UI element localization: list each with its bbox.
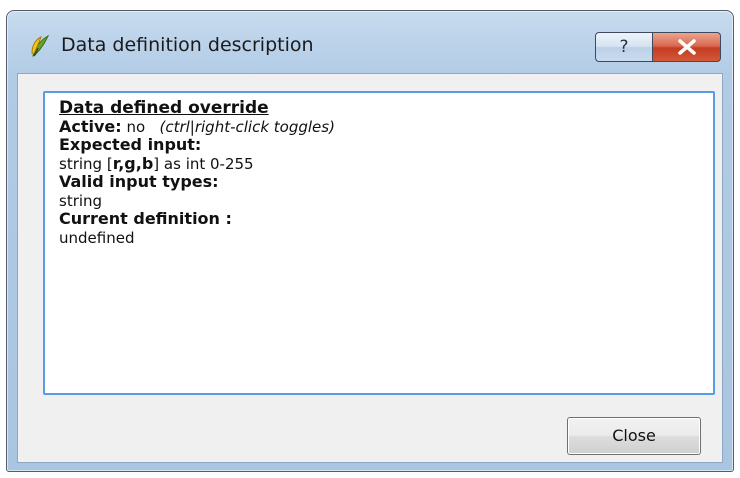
dialog-content: Data defined override Active: no (ctrl|r… [17,73,723,463]
active-hint: (ctrl|right-click toggles) [159,117,335,136]
valid-types-value: string [59,191,103,210]
description-textbox[interactable]: Data defined override Active: no (ctrl|r… [43,91,715,395]
expected-prefix: string [ [59,154,113,173]
help-button[interactable]: ? [595,32,653,62]
active-label: Active: [59,116,122,136]
current-definition-value: undefined [59,228,135,247]
expected-suffix: ] as int 0-255 [153,154,254,173]
close-button[interactable]: Close [567,417,701,455]
close-icon [678,39,696,55]
dialog-window: Data definition description ? Data defin… [6,10,734,472]
window-close-button[interactable] [653,32,721,62]
current-definition-label: Current definition : [59,209,232,228]
expected-bold: r,g,b [112,153,154,173]
help-icon: ? [619,37,629,57]
expected-input-label: Expected input: [59,135,202,154]
override-heading: Data defined override [59,98,269,118]
active-line: Active: no (ctrl|right-click toggles) [59,116,713,137]
expected-input-value: string [r,g,b] as int 0-255 [59,153,713,174]
window-title: Data definition description [61,34,314,56]
qgis-icon [29,34,51,58]
active-value: no [126,117,146,136]
valid-types-label: Valid input types: [59,172,219,191]
title-bar[interactable]: Data definition description ? [7,11,733,71]
